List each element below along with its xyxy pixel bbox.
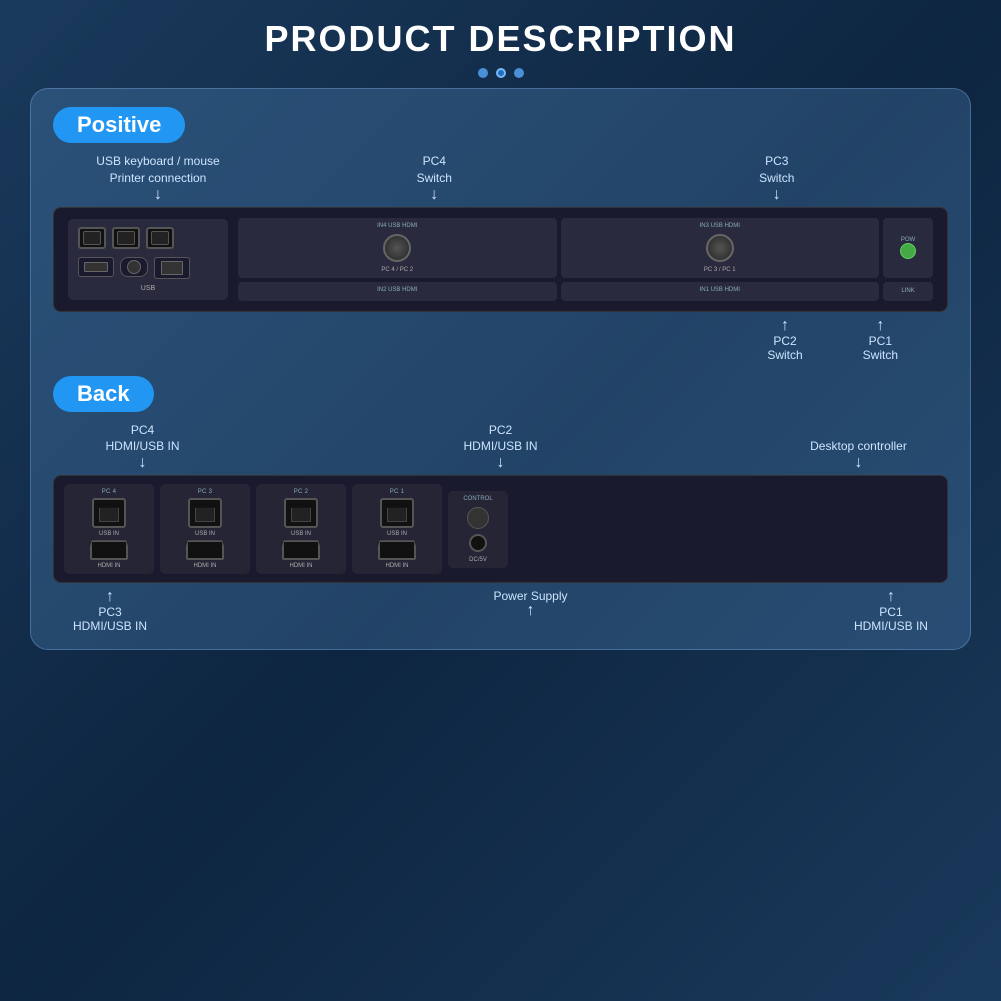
kvm-front-device: USB IN4 USB HDMI PC 4 / PC 2 IN3 USB HDM…	[53, 207, 948, 312]
dot-3[interactable]	[514, 68, 524, 78]
hdmi-in-pc3: HDMI IN	[194, 563, 217, 569]
pc4-back-label: PC 4	[102, 489, 117, 495]
back-pc3-bottom-label: ↑ PC3HDMI/USB IN	[73, 589, 147, 633]
back-port-pc4: PC 4 USB IN HDMI IN	[64, 484, 154, 574]
back-pc4-label: PC4HDMI/USB IN ↓	[53, 422, 232, 472]
pc2-switch-label: ↑ PC2Switch	[767, 318, 802, 362]
below-device-labels: ↑ PC2Switch ↑ PC1Switch	[53, 318, 948, 362]
back-bottom-labels: ↑ PC3HDMI/USB IN Power Supply ↑ ↑ PC1HDM…	[53, 587, 948, 633]
link-cell: LINK	[883, 282, 933, 301]
hdmi-pc1	[378, 540, 416, 560]
usb-in-pc2: USB IN	[291, 531, 311, 537]
switch-cell-in4: IN4 USB HDMI PC 4 / PC 2	[238, 218, 557, 278]
switch-cell-in1: IN1 USB HDMI	[561, 282, 880, 301]
back-port-pc2: PC 2 USB IN HDMI IN	[256, 484, 346, 574]
switch-cell-in2: IN2 USB HDMI	[238, 282, 557, 301]
hdmi-pc2	[282, 540, 320, 560]
back-badge: Back	[53, 376, 154, 412]
switch-grid: IN4 USB HDMI PC 4 / PC 2 IN3 USB HDMI PC…	[238, 218, 933, 301]
switch-btn-pc3[interactable]	[706, 234, 734, 262]
in3-label: IN3 USB HDMI	[700, 223, 740, 229]
pc3-switch-label: PC3Switch ↓	[606, 153, 949, 203]
usb-port-b	[112, 227, 140, 249]
control-button[interactable]	[467, 507, 489, 529]
switch-cell-in3: IN3 USB HDMI PC 3 / PC 1	[561, 218, 880, 278]
back-port-pc1: PC 1 USB IN HDMI IN	[352, 484, 442, 574]
dot-2[interactable]	[496, 68, 506, 78]
pagination-dots[interactable]	[0, 68, 1001, 78]
pow-indicator	[900, 243, 916, 259]
page-title: PRODUCT DESCRIPTION	[0, 0, 1001, 68]
usb-port-row-1	[78, 227, 218, 249]
usb-ports-block: USB	[68, 219, 228, 300]
back-desktop-label: Desktop controller ↓	[769, 438, 948, 471]
usb-port-c	[146, 227, 174, 249]
usb-b-pc1	[380, 498, 414, 528]
pow-label: POW	[901, 237, 915, 243]
usb-in-pc3: USB IN	[195, 531, 215, 537]
usb-b-pc3	[188, 498, 222, 528]
power-supply-label: Power Supply ↑	[493, 589, 567, 633]
back-top-labels: PC4HDMI/USB IN ↓ PC2HDMI/USB IN ↓ Deskto…	[53, 422, 948, 472]
back-section: Back PC4HDMI/USB IN ↓ PC2HDMI/USB IN ↓ D…	[53, 376, 948, 634]
usb-label: USB keyboard / mousePrinter connection ↓	[53, 153, 263, 203]
pc3-back-label: PC 3	[198, 489, 213, 495]
usb-b-pc4	[92, 498, 126, 528]
link-label: LINK	[901, 288, 914, 294]
pow-cell: POW	[883, 218, 933, 278]
dot-1[interactable]	[478, 68, 488, 78]
in2-label: IN2 USB HDMI	[377, 287, 417, 293]
pc4-pc2-label: PC 4 / PC 2	[381, 267, 413, 273]
kvm-back-device: PC 4 USB IN HDMI IN PC 3 USB IN HDMI IN …	[53, 475, 948, 583]
pc2-back-label: PC 2	[294, 489, 309, 495]
positive-badge: Positive	[53, 107, 185, 143]
hdmi-in-pc4: HDMI IN	[98, 563, 121, 569]
pc4-switch-label: PC4Switch ↓	[263, 153, 606, 203]
hdmi-pc3	[186, 540, 224, 560]
switch-btn-pc4[interactable]	[383, 234, 411, 262]
in4-label: IN4 USB HDMI	[377, 223, 417, 229]
main-card: Positive USB keyboard / mousePrinter con…	[30, 88, 971, 650]
positive-section: Positive USB keyboard / mousePrinter con…	[53, 107, 948, 362]
usb-bottom-label: USB	[78, 285, 218, 292]
control-block: CONTROL DC/5V	[448, 491, 508, 568]
hdmi-in-pc1: HDMI IN	[386, 563, 409, 569]
usb-port-a	[78, 227, 106, 249]
back-port-pc3: PC 3 USB IN HDMI IN	[160, 484, 250, 574]
pc1-switch-label: ↑ PC1Switch	[863, 318, 898, 362]
keyboard-icon	[78, 257, 114, 277]
in1-label: IN1 USB HDMI	[700, 287, 740, 293]
dc-label: DC/5V	[469, 557, 487, 563]
hdmi-in-pc2: HDMI IN	[290, 563, 313, 569]
pc3-pc1-label: PC 3 / PC 1	[704, 267, 736, 273]
back-pc1-bottom-label: ↑ PC1HDMI/USB IN	[854, 589, 928, 633]
control-label: CONTROL	[463, 496, 492, 502]
usb-b-pc2	[284, 498, 318, 528]
mouse-icon	[120, 257, 148, 277]
usb-in-pc4: USB IN	[99, 531, 119, 537]
usb-in-pc1: USB IN	[387, 531, 407, 537]
device-icons-row	[78, 257, 218, 279]
pc1-back-label: PC 1	[390, 489, 405, 495]
dc-port	[469, 534, 487, 552]
back-pc2-label: PC2HDMI/USB IN ↓	[411, 422, 590, 472]
printer-icon	[154, 257, 190, 279]
hdmi-pc4	[90, 540, 128, 560]
